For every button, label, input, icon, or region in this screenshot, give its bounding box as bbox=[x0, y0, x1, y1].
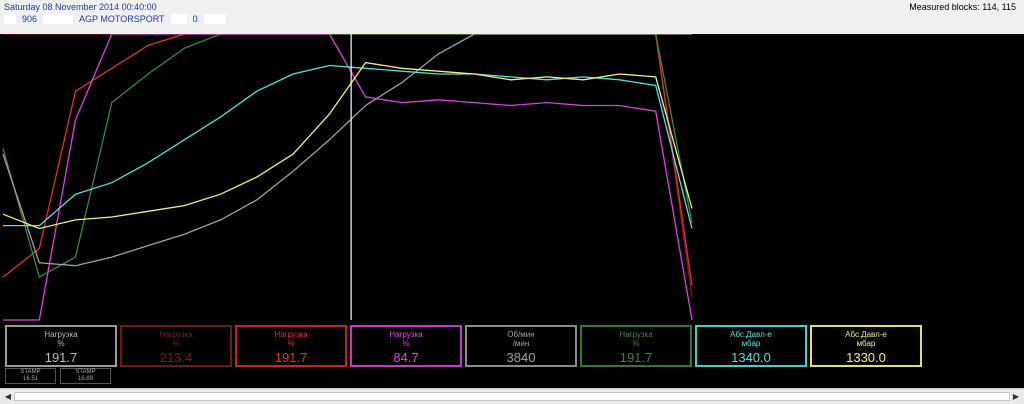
stamp-1-label: STAMP bbox=[20, 369, 41, 375]
channel-7-name: Абс.Давл-е bbox=[730, 330, 772, 339]
measured-blocks: Measured blocks: 114, 115 bbox=[909, 2, 1016, 12]
channel-8-name: Абс.Давл-е bbox=[845, 330, 887, 339]
stamp-2-value: 16.89 bbox=[77, 376, 93, 382]
meta-field-blank-4 bbox=[203, 14, 226, 24]
stamp-2-label: STAMP bbox=[75, 369, 96, 375]
channel-7-unit: мбар bbox=[741, 339, 761, 348]
meta-field-blank-2 bbox=[43, 14, 74, 24]
meta-field-1: 906 bbox=[22, 14, 38, 24]
channel-6-unit: % bbox=[632, 339, 640, 348]
header-bar: Saturday 08 November 2014 00:40:00 906 A… bbox=[0, 0, 1024, 34]
series-line-6 bbox=[3, 64, 693, 229]
series-line-2 bbox=[2, 34, 693, 286]
series-line-1 bbox=[3, 34, 693, 298]
stamp-2: STAMP 16.89 bbox=[60, 368, 111, 384]
horizontal-scrollbar[interactable]: ◀ ▶ bbox=[0, 388, 1024, 404]
series-line-3 bbox=[2, 34, 693, 279]
channel-box-2[interactable]: Нагрузка% 213.4 bbox=[120, 325, 232, 367]
channel-3-unit: % bbox=[287, 339, 295, 348]
channel-1-name: Нагрузка bbox=[44, 330, 78, 339]
channel-7-value: 1340.0 bbox=[731, 350, 771, 365]
channel-2-name: Нагрузка bbox=[159, 330, 193, 339]
channel-5-value: 3840 bbox=[506, 350, 536, 365]
scrollbar-track[interactable] bbox=[14, 392, 1010, 401]
session-meta: 906 AGP MOTORSPORT 0 bbox=[4, 14, 226, 24]
scroll-left-icon[interactable]: ◀ bbox=[2, 391, 14, 402]
channel-3-value: 191.7 bbox=[274, 350, 308, 365]
channel-4-name: Нагрузка bbox=[389, 330, 423, 339]
company-name: AGP MOTORSPORT bbox=[79, 14, 165, 24]
meta-field-blank-1 bbox=[4, 14, 16, 24]
channel-8-unit: мбар bbox=[856, 339, 876, 348]
channel-5-unit: /мин bbox=[512, 339, 530, 348]
channel-1-value: 191.7 bbox=[44, 350, 78, 365]
channel-box-5[interactable]: Об/мин/мин 3840 bbox=[465, 325, 577, 367]
channel-4-unit: % bbox=[402, 339, 410, 348]
channel-box-6[interactable]: Нагрузка% 191.7 bbox=[580, 325, 692, 367]
series-line-5 bbox=[2, 34, 692, 267]
channel-2-unit: % bbox=[172, 339, 180, 348]
stamp-1-value: 16.51 bbox=[22, 376, 38, 382]
channel-1-unit: % bbox=[57, 339, 65, 348]
meta-field-2: 0 bbox=[192, 14, 198, 24]
channel-box-4[interactable]: Нагрузка% 84.7 bbox=[350, 325, 462, 367]
channel-box-7[interactable]: Абс.Давл-е мбар 1340.0 bbox=[695, 325, 807, 367]
channel-4-value: 84.7 bbox=[393, 350, 419, 365]
channel-5-name: Об/мин bbox=[507, 330, 535, 339]
channel-box-3[interactable]: Нагрузка% 191.7 bbox=[235, 325, 347, 367]
meta-field-blank-3 bbox=[170, 14, 187, 24]
channel-8-value: 1330.0 bbox=[846, 350, 886, 365]
scroll-right-icon[interactable]: ▶ bbox=[1010, 391, 1022, 402]
series-line-7 bbox=[2, 61, 693, 230]
channel-6-value: 191.7 bbox=[619, 350, 653, 365]
channel-6-name: Нагрузка bbox=[619, 330, 653, 339]
channel-box-1[interactable]: Нагрузка% 191.7 bbox=[5, 325, 117, 367]
log-plot-area[interactable]: Нагрузка% 191.7 Нагрузка% 213.4 Нагрузка% 191… bbox=[0, 34, 1024, 388]
stamp-1: STAMP 16.51 bbox=[5, 368, 56, 384]
channel-box-8[interactable]: Абс.Давл-е мбар 1330.0 bbox=[810, 325, 922, 367]
channel-2-value: 213.4 bbox=[159, 350, 193, 365]
session-date: Saturday 08 November 2014 00:40:00 bbox=[4, 2, 157, 12]
channel-3-name: Нагрузка bbox=[274, 330, 308, 339]
